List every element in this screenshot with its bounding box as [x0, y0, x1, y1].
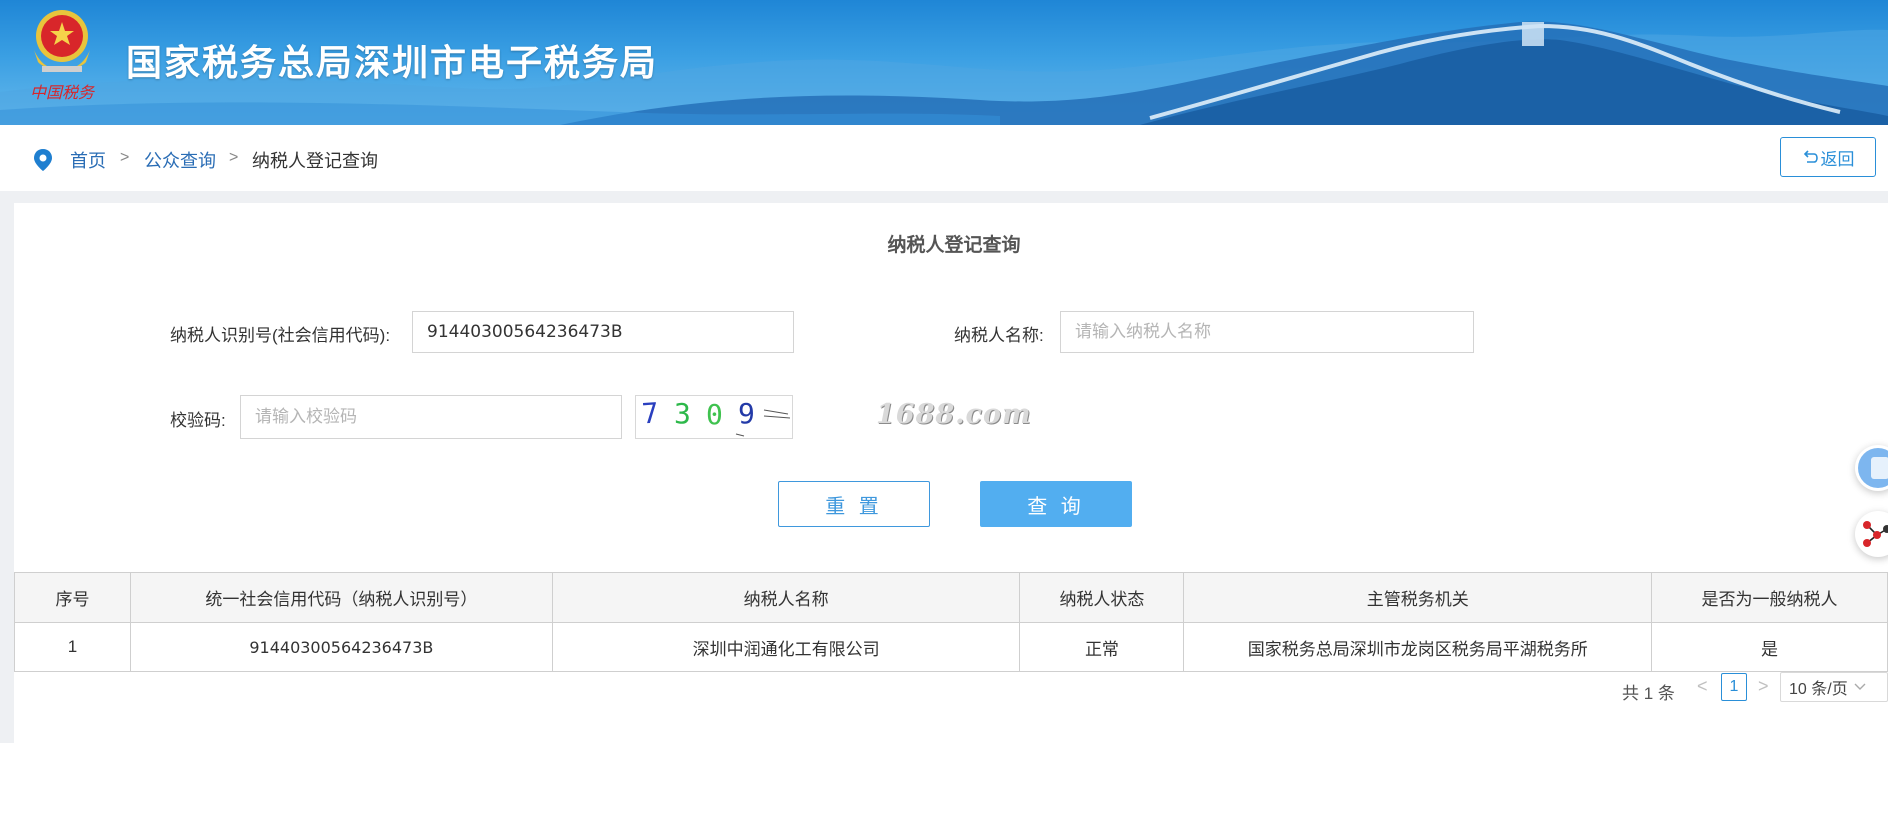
column-header: 是否为一般纳税人: [1651, 572, 1888, 623]
taxpayer-id-label: 纳税人识别号(社会信用代码):: [170, 326, 391, 345]
location-pin-icon: [34, 149, 52, 171]
captcha-label: 校验码:: [170, 411, 226, 430]
result-table: 序号 统一社会信用代码（纳税人识别号） 纳税人名称 纳税人状态 主管税务机关 是…: [14, 572, 1888, 672]
section-divider: [0, 191, 1888, 203]
cell-taxpayer-status: 正常: [1019, 622, 1185, 672]
pagination-next-button[interactable]: >: [1758, 676, 1769, 697]
breadcrumb-separator: >: [229, 149, 239, 166]
chevron-down-icon: [1854, 683, 1866, 690]
page-size-select[interactable]: 10 条/页: [1780, 672, 1888, 702]
watermark-text: 1688.com: [876, 399, 1032, 430]
cell-tax-authority: 国家税务总局深圳市龙岗区税务局平湖税务所: [1183, 622, 1653, 672]
taxpayer-name-input[interactable]: [1060, 311, 1474, 353]
taxpayer-name-label: 纳税人名称:: [954, 326, 1044, 345]
page-title: 纳税人登记查询: [887, 235, 1021, 256]
cell-taxpayer-name: 深圳中润通化工有限公司: [551, 622, 1021, 672]
column-header: 序号: [14, 572, 131, 623]
reset-button[interactable]: 重 置: [778, 481, 930, 527]
table-row: 1 91440300564236473B 深圳中润通化工有限公司 正常 国家税务…: [14, 622, 1888, 672]
breadcrumb-separator: >: [120, 149, 130, 166]
breadcrumb-public-query-link[interactable]: 公众查询: [144, 147, 216, 173]
cell-credit-code: 91440300564236473B: [129, 622, 553, 672]
taxpayer-id-input[interactable]: [412, 311, 794, 353]
back-button[interactable]: 返回: [1780, 137, 1876, 177]
breadcrumb: 首页 > 公众查询 > 纳税人登记查询 返回: [0, 125, 1888, 191]
captcha-digit: 3: [674, 397, 691, 430]
cell-index: 1: [14, 622, 131, 672]
undo-arrow-icon: [1803, 150, 1818, 163]
captcha-digit: 0: [706, 398, 723, 431]
svg-text:中国税务: 中国税务: [30, 83, 96, 102]
captcha-digit: 9: [738, 397, 755, 430]
pagination-prev-button[interactable]: <: [1697, 676, 1708, 697]
column-header: 纳税人名称: [551, 572, 1021, 623]
pagination-total: 共 1 条: [1622, 684, 1675, 703]
table-header-row: 序号 统一社会信用代码（纳税人识别号） 纳税人名称 纳税人状态 主管税务机关 是…: [14, 572, 1888, 623]
query-button[interactable]: 查 询: [980, 481, 1132, 527]
back-button-label: 返回: [1820, 149, 1855, 169]
header-banner: 中国税务 国家税务总局深圳市电子税务局: [0, 0, 1888, 125]
captcha-digit: 7: [641, 396, 660, 430]
captcha-graphic: 7 3 0 9: [641, 396, 791, 437]
left-gutter: [0, 203, 14, 743]
breadcrumb-current: 纳税人登记查询: [252, 151, 378, 171]
captcha-input[interactable]: [240, 395, 622, 439]
pagination-page-1[interactable]: 1: [1721, 673, 1747, 701]
page-size-value: 10 条/页: [1789, 681, 1848, 698]
column-header: 主管税务机关: [1183, 572, 1653, 623]
captcha-image[interactable]: 7 3 0 9: [635, 395, 793, 439]
site-title: 国家税务总局深圳市电子税务局: [126, 43, 659, 84]
column-header: 统一社会信用代码（纳税人识别号）: [129, 572, 553, 623]
cell-general-taxpayer: 是: [1651, 622, 1888, 672]
breadcrumb-home-link[interactable]: 首页: [70, 147, 106, 173]
tax-emblem-icon: 中国税务: [30, 10, 96, 102]
column-header: 纳税人状态: [1019, 572, 1185, 623]
query-panel: 纳税人登记查询 纳税人识别号(社会信用代码): 纳税人名称: 校验码: 7 3 …: [14, 203, 1888, 743]
